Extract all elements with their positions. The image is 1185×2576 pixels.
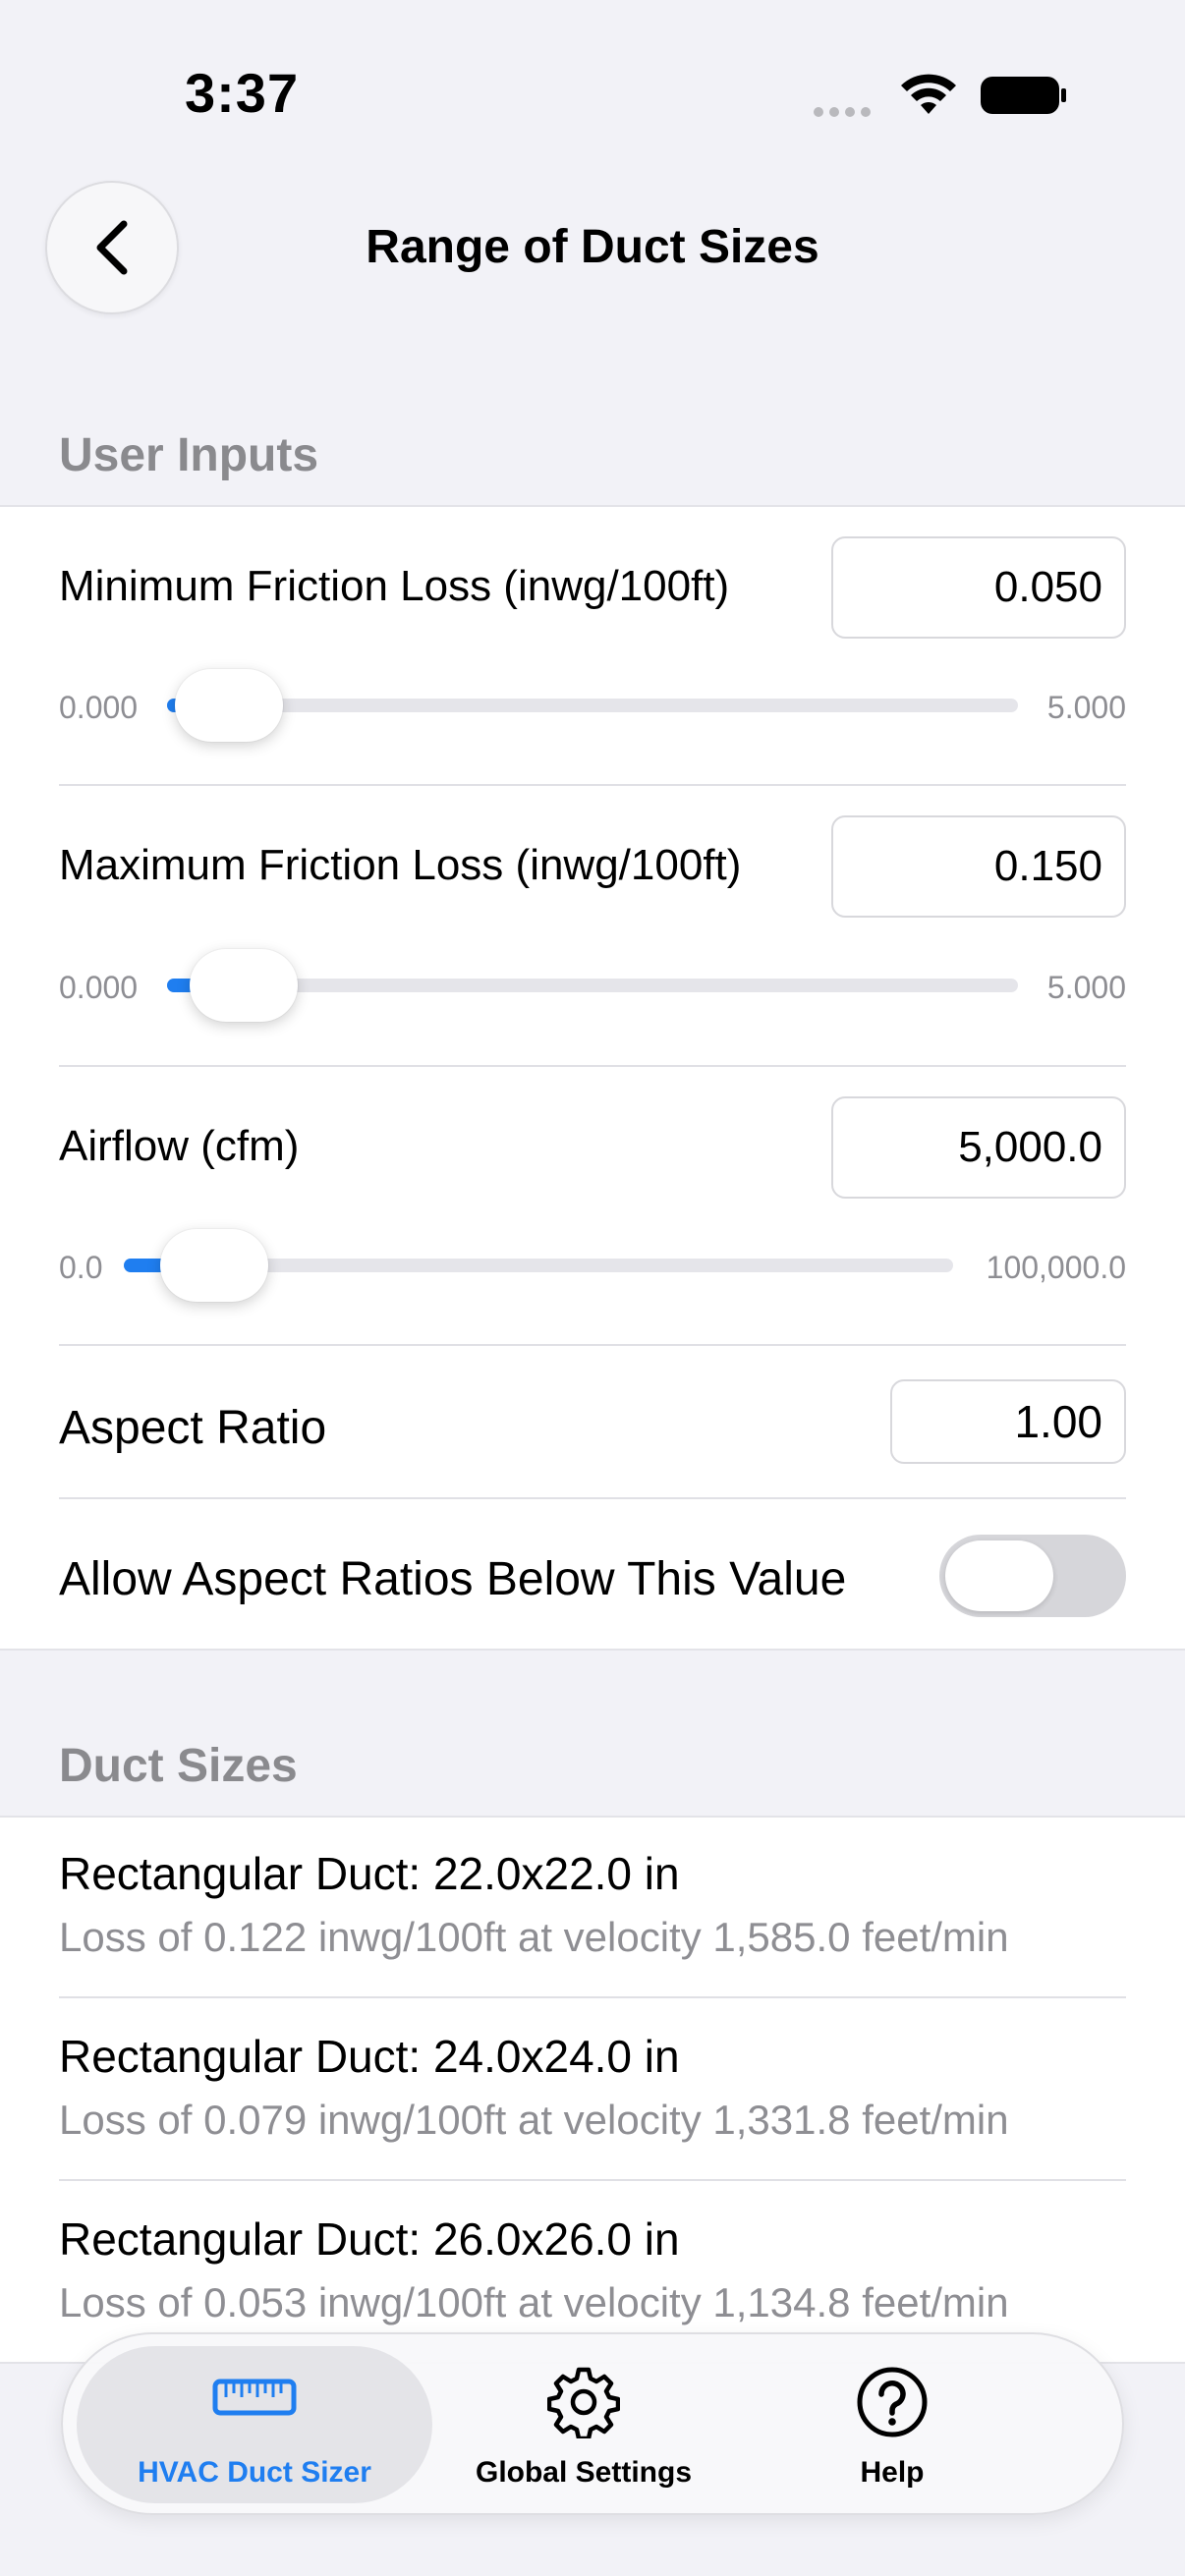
airflow-label: Airflow (cfm): [59, 1122, 300, 1170]
tab-label: HVAC Duct Sizer: [138, 2456, 371, 2489]
tab-label: Help: [860, 2456, 925, 2489]
min-friction-slider[interactable]: [167, 669, 1018, 742]
user-inputs-group: Minimum Friction Loss (inwg/100ft) 0.050…: [0, 505, 1185, 1651]
status-time: 3:37: [185, 62, 300, 124]
divider: [59, 784, 1126, 786]
max-friction-slider[interactable]: [167, 949, 1018, 1022]
wifi-icon: [901, 74, 956, 114]
slider-thumb[interactable]: [174, 669, 283, 742]
duct-title: Rectangular Duct: 26.0x26.0 in: [59, 2213, 680, 2265]
airflow-slider-max: 100,000.0: [986, 1250, 1126, 1285]
divider: [59, 1065, 1126, 1067]
duct-subtitle: Loss of 0.053 inwg/100ft at velocity 1,1…: [59, 2279, 1009, 2325]
ruler-icon: [212, 2379, 297, 2416]
slider-thumb[interactable]: [189, 949, 298, 1022]
airflow-slider-min: 0.0: [59, 1250, 103, 1285]
min-friction-slider-min: 0.000: [59, 690, 139, 725]
tab-hvac-duct-sizer[interactable]: HVAC Duct Sizer: [77, 2346, 432, 2503]
min-friction-input[interactable]: 0.050: [831, 536, 1126, 639]
max-friction-slider-max: 5.000: [1046, 970, 1126, 1005]
duct-title: Rectangular Duct: 24.0x24.0 in: [59, 2031, 680, 2082]
battery-icon: [981, 77, 1066, 114]
divider: [59, 1497, 1126, 1499]
min-friction-label: Minimum Friction Loss (inwg/100ft): [59, 562, 730, 610]
tab-help[interactable]: Help: [774, 2346, 1010, 2503]
toggle-knob: [945, 1540, 1053, 1611]
tab-bar: HVAC Duct Sizer Global Settings Help: [61, 2332, 1124, 2515]
duct-subtitle: Loss of 0.122 inwg/100ft at velocity 1,5…: [59, 1914, 1009, 1960]
allow-below-toggle[interactable]: [939, 1535, 1126, 1617]
duct-sizes-list: Rectangular Duct: 22.0x22.0 in Loss of 0…: [0, 1816, 1185, 2405]
min-friction-slider-max: 5.000: [1046, 690, 1126, 725]
duct-subtitle: Loss of 0.079 inwg/100ft at velocity 1,3…: [59, 2097, 1009, 2143]
cellular-dots-icon: [814, 104, 876, 122]
airflow-slider[interactable]: [124, 1229, 953, 1302]
page-title: Range of Duct Sizes: [366, 221, 819, 273]
section-header-duct-sizes: Duct Sizes: [59, 1740, 298, 1792]
divider: [59, 1344, 1126, 1346]
tab-global-settings[interactable]: Global Settings: [436, 2346, 731, 2503]
aspect-ratio-input[interactable]: 1.00: [890, 1379, 1126, 1464]
aspect-ratio-label: Aspect Ratio: [59, 1402, 327, 1454]
duct-title: Rectangular Duct: 22.0x22.0 in: [59, 1848, 680, 1899]
max-friction-slider-min: 0.000: [59, 970, 139, 1005]
slider-thumb[interactable]: [159, 1229, 268, 1302]
divider: [59, 1996, 1126, 1998]
max-friction-label: Maximum Friction Loss (inwg/100ft): [59, 841, 742, 889]
allow-below-label: Allow Aspect Ratios Below This Value: [59, 1553, 847, 1605]
nav-bar: Range of Duct Sizes: [0, 181, 1185, 314]
status-bar: 3:37: [0, 0, 1185, 187]
gear-icon: [547, 2367, 620, 2438]
divider: [59, 2179, 1126, 2181]
section-header-user-inputs: User Inputs: [59, 429, 319, 481]
tab-label: Global Settings: [475, 2456, 693, 2489]
max-friction-input[interactable]: 0.150: [831, 815, 1126, 918]
question-circle-icon: [857, 2367, 928, 2437]
airflow-input[interactable]: 5,000.0: [831, 1096, 1126, 1199]
